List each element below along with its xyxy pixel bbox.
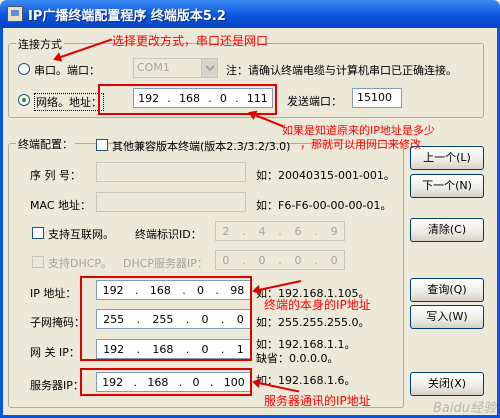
ip-dot: . (314, 253, 318, 267)
mac-hint: 如：F6-F6-00-00-00-01。 (256, 199, 392, 212)
internet-checkbox[interactable] (32, 227, 44, 239)
dhcp-label: 支持DHCP。 (48, 257, 113, 270)
network-label: 网络。地址： (34, 93, 104, 111)
terminal-legend: 终端配置： (16, 136, 75, 152)
terminal-id-input[interactable]: 2. 4. 6. 9 (215, 221, 345, 241)
id-part[interactable]: 9 (331, 225, 338, 238)
annotation-select-mode: 选择更改方式，串口还是网口 (112, 34, 269, 48)
gateway-default-hint: 缺省：0.0.0.0。 (256, 352, 339, 365)
serial-port-select[interactable]: COM1 (133, 58, 218, 78)
ip-octet[interactable]: 0 (331, 254, 338, 267)
ip-dot: . (242, 253, 246, 267)
next-button[interactable]: 下一个(N) (410, 174, 484, 198)
title-bar: IP广播终端配置程序 终端版本5.2 (0, 0, 500, 28)
ip-octet[interactable]: 0 (295, 254, 302, 267)
ip-octet[interactable]: 0 (258, 254, 265, 267)
window-title: IP广播终端配置程序 终端版本5.2 (28, 9, 226, 24)
close-button[interactable]: 关闭(X) (410, 372, 484, 396)
ip-dot: . (278, 224, 282, 238)
terminal-ip-highlight (80, 276, 252, 361)
ip-address-label: IP 地址： (30, 287, 77, 300)
server-ip-highlight (80, 368, 252, 396)
ip-dot: . (314, 224, 318, 238)
server-ip-label: 服务器IP： (30, 379, 84, 392)
mac-label: MAC 地址： (30, 199, 91, 212)
dhcp-server-label: DHCP服务器IP： (123, 257, 208, 270)
gateway-label: 网 关 IP： (30, 346, 80, 359)
mac-input[interactable] (96, 192, 246, 212)
ip-dot: . (242, 224, 246, 238)
send-port-label: 发送端口： (287, 95, 342, 108)
dhcp-checkbox[interactable] (32, 256, 44, 268)
serial-port-value: COM1 (137, 61, 170, 74)
terminal-id-label: 终端标识ID： (135, 228, 202, 241)
serial-note: 注：请确认终端电缆与计算机串口已正确连接。 (226, 64, 457, 77)
query-button[interactable]: 查询(Q) (410, 278, 484, 302)
ip-dot: . (278, 253, 282, 267)
serial-number-hint: 如：20040315-001-001。 (256, 169, 395, 182)
app-icon (7, 6, 23, 22)
id-part[interactable]: 2 (222, 225, 229, 238)
serial-number-input[interactable] (96, 162, 246, 182)
clear-button[interactable]: 清除(C) (410, 218, 484, 242)
serial-number-label: 序 列 号： (30, 169, 81, 182)
watermark: Baidu经验 (433, 401, 496, 416)
annotation-server-ip: 服务器通讯的IP地址 (264, 394, 371, 408)
annotation-terminal-ip: 终端的本身的IP地址 (264, 298, 371, 312)
annotation-known-ip-2: ，那就可以用网口来修改 (300, 138, 421, 151)
ip-octet[interactable]: 0 (222, 254, 229, 267)
dhcp-server-input[interactable]: 0. 0. 0. 0 (215, 250, 345, 270)
write-button[interactable]: 写入(W) (410, 305, 484, 329)
subnet-mask-hint: 如：255.255.255.0。 (256, 316, 370, 329)
id-part[interactable]: 4 (258, 225, 265, 238)
compat-checkbox[interactable] (96, 139, 108, 151)
internet-label: 支持互联网。 (48, 228, 114, 241)
send-port-input[interactable]: 15100 (352, 88, 402, 108)
chevron-down-icon[interactable] (201, 59, 217, 77)
network-radio[interactable] (18, 94, 30, 106)
id-part[interactable]: 6 (295, 225, 302, 238)
connection-legend: 连接方式 (16, 36, 64, 52)
subnet-mask-label: 子网掩码： (30, 316, 85, 329)
serial-label: 串口。端口： (34, 64, 100, 77)
prev-button[interactable]: 上一个(L) (410, 146, 484, 170)
compat-label: 其他兼容版本终端(版本2.3/3.2/3.0) (112, 140, 291, 153)
serial-radio[interactable] (18, 63, 30, 75)
